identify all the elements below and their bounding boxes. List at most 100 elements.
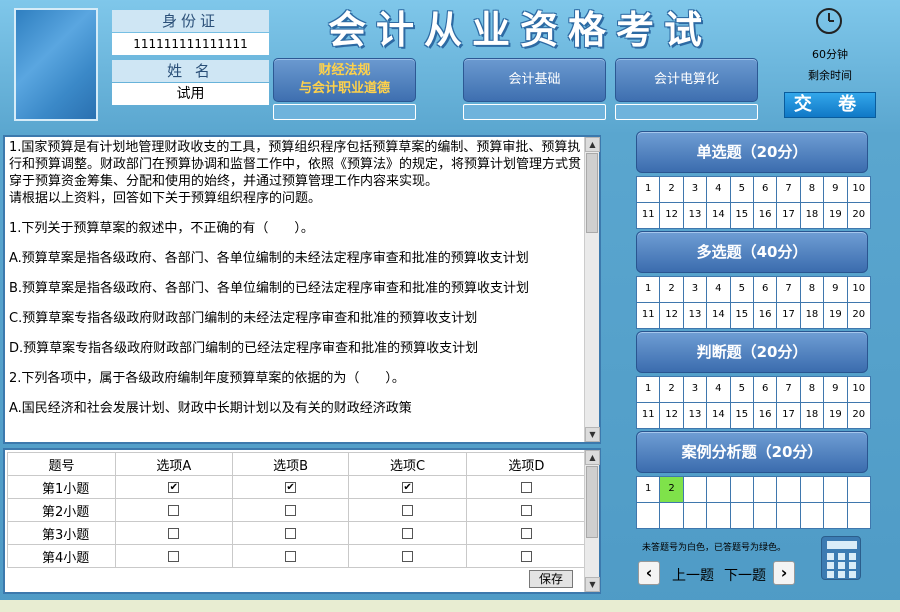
subject-tab-law[interactable]: 财经法规 与会计职业道德 [273, 58, 416, 102]
question-number-cell[interactable]: 2 [659, 376, 684, 403]
scroll-down-icon[interactable]: ▼ [585, 427, 600, 442]
question-number-cell[interactable]: 9 [823, 176, 848, 203]
answer-checkbox[interactable] [402, 504, 414, 516]
question-number-cell[interactable]: 7 [776, 376, 801, 403]
scroll-down-icon[interactable]: ▼ [585, 577, 600, 592]
question-number-cell[interactable]: 5 [729, 176, 754, 203]
question-number-cell[interactable]: 13 [682, 202, 708, 229]
question-number-cell[interactable]: 20 [846, 202, 871, 229]
question-number-cell[interactable]: 1 [636, 476, 661, 503]
section-true-false-button[interactable]: 判断题（20分） [636, 331, 868, 373]
answer-checkbox[interactable] [520, 550, 532, 562]
scroll-up-icon[interactable]: ▲ [585, 137, 600, 152]
answer-checkbox[interactable] [520, 481, 532, 493]
question-number-cell[interactable]: 16 [752, 202, 778, 229]
answer-checkbox[interactable] [285, 504, 297, 516]
scroll-thumb[interactable] [586, 153, 598, 233]
prev-arrow-icon[interactable]: ‹ [638, 561, 660, 585]
question-number-cell[interactable]: 16 [752, 402, 778, 429]
question-number-cell[interactable]: 10 [846, 376, 871, 403]
question-number-cell[interactable]: 3 [682, 276, 708, 303]
prev-question-button[interactable]: 上一题 [672, 565, 714, 585]
question-number-cell[interactable]: 4 [706, 376, 731, 403]
question-number-cell[interactable]: 6 [752, 276, 778, 303]
question-number-cell[interactable]: 1 [636, 276, 661, 303]
question-number-cell[interactable]: 19 [823, 202, 848, 229]
next-arrow-icon[interactable]: › [773, 561, 795, 585]
scroll-thumb[interactable] [586, 466, 598, 538]
scroll-up-icon[interactable]: ▲ [585, 450, 600, 465]
answer-checkbox[interactable] [402, 527, 414, 539]
section-single-choice-button[interactable]: 单选题（20分） [636, 131, 868, 173]
question-number-cell[interactable]: 2 [659, 176, 684, 203]
question-number-cell[interactable]: 8 [799, 176, 825, 203]
question-number-cell[interactable]: 15 [729, 302, 754, 329]
answer-checkbox[interactable]: ✔ [402, 481, 414, 493]
answer-checkbox[interactable] [168, 504, 180, 516]
question-number-cell[interactable]: 10 [846, 276, 871, 303]
question-scrollbar[interactable]: ▲ ▼ [584, 137, 600, 442]
question-number-cell[interactable]: 12 [659, 202, 684, 229]
question-number-cell[interactable]: 7 [776, 176, 801, 203]
question-number-cell[interactable]: 11 [636, 402, 661, 429]
question-number-cell[interactable]: 8 [799, 276, 825, 303]
question-number-cell[interactable]: 7 [776, 276, 801, 303]
answer-checkbox[interactable] [285, 527, 297, 539]
answer-checkbox[interactable] [520, 527, 532, 539]
question-number-cell[interactable]: 17 [776, 202, 801, 229]
save-button[interactable]: 保存 [529, 570, 573, 588]
question-number-cell[interactable]: 18 [799, 202, 825, 229]
calculator-icon[interactable] [821, 536, 861, 580]
question-number-cell[interactable]: 1 [636, 176, 661, 203]
answer-checkbox[interactable]: ✔ [285, 481, 297, 493]
question-number-cell[interactable]: 14 [706, 402, 731, 429]
question-number-cell[interactable]: 14 [706, 202, 731, 229]
submit-exam-button[interactable]: 交 卷 [784, 92, 876, 118]
question-number-cell[interactable]: 14 [706, 302, 731, 329]
subject-tab-basics[interactable]: 会计基础 [463, 58, 606, 102]
question-number-cell[interactable]: 6 [752, 176, 778, 203]
question-number-cell[interactable]: 12 [659, 302, 684, 329]
answer-checkbox[interactable] [285, 550, 297, 562]
question-number-cell[interactable]: 3 [682, 176, 708, 203]
question-number-cell[interactable]: 2 [659, 276, 684, 303]
question-number-cell[interactable]: 20 [846, 302, 871, 329]
next-question-button[interactable]: 下一题 [724, 565, 766, 585]
question-number-cell[interactable]: 19 [823, 402, 848, 429]
question-number-cell[interactable]: 17 [776, 402, 801, 429]
question-number-cell[interactable]: 11 [636, 202, 661, 229]
question-number-cell[interactable]: 8 [799, 376, 825, 403]
question-number-cell[interactable]: 1 [636, 376, 661, 403]
answer-checkbox[interactable] [168, 527, 180, 539]
question-number-cell[interactable]: 10 [846, 176, 871, 203]
question-number-cell[interactable]: 17 [776, 302, 801, 329]
question-number-cell[interactable]: 19 [823, 302, 848, 329]
question-number-cell[interactable]: 3 [682, 376, 708, 403]
question-number-cell[interactable]: 12 [659, 402, 684, 429]
question-number-cell[interactable]: 15 [729, 402, 754, 429]
question-number-cell[interactable]: 13 [682, 402, 708, 429]
answer-checkbox[interactable] [520, 504, 532, 516]
answer-checkbox[interactable] [402, 550, 414, 562]
question-number-cell[interactable]: 18 [799, 302, 825, 329]
question-number-cell[interactable]: 13 [682, 302, 708, 329]
question-number-cell[interactable]: 16 [752, 302, 778, 329]
question-number-cell[interactable]: 5 [729, 376, 754, 403]
section-case-analysis-button[interactable]: 案例分析题（20分） [636, 431, 868, 473]
question-number-cell[interactable]: 2 [659, 476, 684, 503]
question-number-cell[interactable]: 6 [752, 376, 778, 403]
question-number-cell[interactable]: 5 [729, 276, 754, 303]
section-multiple-choice-button[interactable]: 多选题（40分） [636, 231, 868, 273]
question-number-cell[interactable]: 15 [729, 202, 754, 229]
question-number-cell[interactable]: 4 [706, 176, 731, 203]
question-number-cell[interactable]: 9 [823, 376, 848, 403]
question-number-cell[interactable]: 18 [799, 402, 825, 429]
answer-checkbox[interactable]: ✔ [168, 481, 180, 493]
question-number-cell[interactable]: 9 [823, 276, 848, 303]
question-number-cell[interactable]: 20 [846, 402, 871, 429]
answer-checkbox[interactable] [168, 550, 180, 562]
question-number-cell[interactable]: 11 [636, 302, 661, 329]
question-number-cell[interactable]: 4 [706, 276, 731, 303]
answer-scrollbar[interactable]: ▲ ▼ [584, 450, 600, 592]
subject-tab-computerized[interactable]: 会计电算化 [615, 58, 758, 102]
